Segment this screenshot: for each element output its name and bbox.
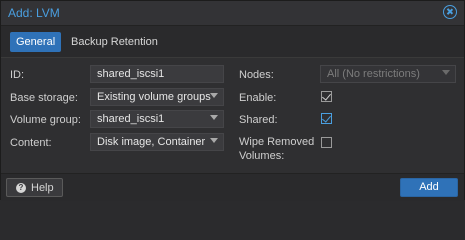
tab-general[interactable]: General <box>10 32 62 52</box>
content-label: Content: <box>10 137 52 149</box>
volume-group-value: shared_iscsi1 <box>97 113 165 125</box>
chevron-down-icon <box>442 70 450 75</box>
add-lvm-dialog: Add: LVM General Backup Retention ID: sh… <box>0 0 465 201</box>
nodes-select[interactable]: All (No restrictions) <box>320 65 456 83</box>
check-icon <box>322 113 331 123</box>
help-button[interactable]: ? Help <box>6 178 63 197</box>
base-storage-select[interactable]: Existing volume groups <box>90 88 224 106</box>
base-storage-label: Base storage: <box>10 92 78 104</box>
tab-backup-retention[interactable]: Backup Retention <box>65 32 164 52</box>
dialog-titlebar: Add: LVM <box>1 1 464 26</box>
enable-checkbox[interactable] <box>321 91 332 102</box>
nodes-value: All (No restrictions) <box>327 68 420 80</box>
help-button-label: Help <box>31 182 54 194</box>
dialog-title: Add: LVM <box>8 6 60 20</box>
wipe-removed-volumes-checkbox[interactable] <box>321 137 332 148</box>
enable-label: Enable: <box>239 92 277 104</box>
base-storage-value: Existing volume groups <box>97 91 211 103</box>
volume-group-select[interactable]: shared_iscsi1 <box>90 110 224 128</box>
volume-group-label: Volume group: <box>10 114 81 126</box>
shared-label: Shared: <box>239 114 278 126</box>
add-button[interactable]: Add <box>400 178 458 197</box>
content-value: Disk image, Container <box>97 136 206 148</box>
id-label: ID: <box>10 69 25 81</box>
chevron-down-icon <box>210 138 218 143</box>
chevron-down-icon <box>210 93 218 98</box>
id-field[interactable]: shared_iscsi1 <box>90 65 224 83</box>
dialog-footer: ? Help Add <box>1 173 464 201</box>
nodes-label: Nodes: <box>239 69 274 81</box>
wipe-removed-volumes-label-line2: Volumes: <box>239 150 285 162</box>
close-icon[interactable] <box>443 5 457 19</box>
chevron-down-icon <box>210 115 218 120</box>
content-select[interactable]: Disk image, Container <box>90 133 224 151</box>
wipe-removed-volumes-label: Wipe Removed <box>239 136 315 148</box>
shared-checkbox[interactable] <box>321 113 332 124</box>
tab-bar: General Backup Retention <box>1 26 464 58</box>
check-icon <box>322 91 331 101</box>
question-circle-icon: ? <box>16 183 26 193</box>
